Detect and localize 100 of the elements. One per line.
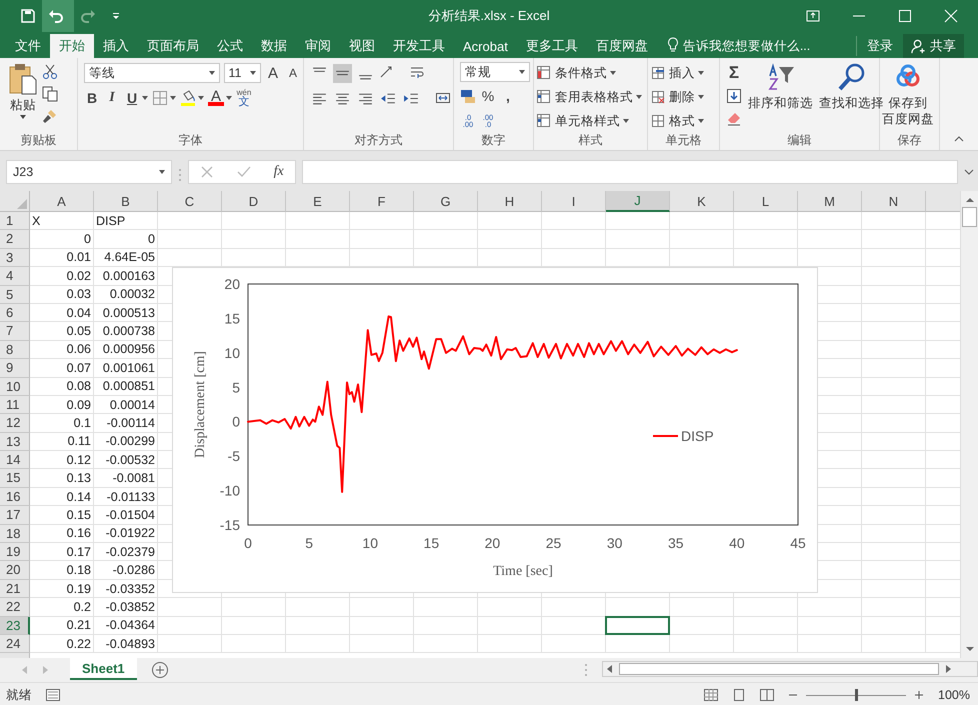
row-header[interactable]: 3 (0, 248, 30, 268)
enter-check-icon[interactable] (236, 165, 251, 179)
copy-icon[interactable] (42, 86, 58, 102)
search-icon[interactable] (836, 62, 866, 92)
insert-function-button[interactable]: fx (274, 164, 284, 180)
ribbon-tab[interactable]: 百度网盘 (586, 34, 657, 58)
dropdown-arrow-icon[interactable] (198, 96, 204, 100)
phonetic-guide-button[interactable]: wén 文 (236, 88, 252, 108)
zoom-in-icon[interactable] (914, 690, 924, 700)
sort-filter-button[interactable]: 排序和筛选 (748, 62, 813, 132)
column-header[interactable]: L (734, 191, 798, 212)
ribbon-tab[interactable]: 开发工具 (384, 34, 454, 58)
expand-caret-icon[interactable] (964, 169, 974, 175)
ribbon-tab[interactable]: 审阅 (296, 34, 340, 58)
slider-thumb[interactable] (854, 689, 858, 701)
row-header[interactable]: 13 (0, 432, 30, 452)
clipboard-icon[interactable] (8, 62, 38, 96)
column-header[interactable]: D (222, 191, 286, 212)
fill-down-icon[interactable] (726, 88, 742, 104)
align-vertical-icon[interactable] (333, 64, 352, 82)
scroll-right-icon[interactable] (945, 665, 951, 673)
column-header[interactable]: I (542, 191, 606, 212)
zoom-level[interactable]: 100% (938, 688, 970, 702)
sort-funnel-icon[interactable] (766, 62, 796, 92)
cell-grid-icon[interactable] (650, 65, 666, 81)
cell-grid-icon[interactable] (650, 113, 666, 129)
format-painter-icon[interactable] (42, 108, 58, 124)
row-header[interactable]: 15 (0, 469, 30, 488)
undo-icon[interactable] (48, 8, 64, 24)
dropdown-arrow-icon[interactable] (519, 70, 525, 74)
dropdown-arrow-icon[interactable] (698, 71, 704, 75)
ribbon-tab[interactable]: Acrobat (454, 34, 517, 58)
fill-color-icon[interactable] (180, 90, 196, 106)
ribbon-tab[interactable]: 文件 (6, 34, 50, 58)
font-size-dropdown[interactable]: 11 (224, 63, 261, 83)
add-person-icon[interactable] (911, 38, 926, 54)
row-header[interactable]: 7 (0, 322, 30, 341)
dropdown-arrow-icon[interactable] (698, 119, 704, 123)
column-header[interactable]: E (286, 191, 350, 212)
save-to-cloud-button[interactable]: 保存到 百度网盘 (882, 62, 934, 132)
sign-in-button[interactable]: 登录 (859, 34, 901, 58)
normal-view-icon[interactable] (704, 689, 718, 701)
column-header[interactable]: J (606, 191, 670, 212)
maximize-icon[interactable] (898, 9, 912, 23)
row-header[interactable]: 5 (0, 286, 30, 304)
dropdown-arrow-icon[interactable] (20, 115, 26, 119)
dropdown-arrow-icon[interactable] (208, 71, 215, 75)
cells-menu-button[interactable]: 删除 (650, 86, 717, 108)
undo-button[interactable] (42, 0, 74, 32)
column-header[interactable]: F (350, 191, 414, 212)
row-header[interactable]: 24 (0, 634, 30, 654)
dropdown-arrow-icon[interactable] (610, 71, 616, 75)
collapse-ribbon-icon[interactable] (954, 136, 964, 142)
styles-menu-button[interactable]: 单元格样式 (536, 110, 645, 132)
column-header[interactable]: M (798, 191, 862, 212)
column-header[interactable]: A (30, 191, 94, 212)
ribbon-tab[interactable]: 开始 (50, 34, 94, 58)
add-sheet-icon[interactable] (150, 661, 169, 679)
row-header[interactable]: 1 (0, 212, 30, 230)
ribbon-tab[interactable]: 视图 (340, 34, 384, 58)
dropdown-arrow-icon[interactable] (250, 71, 256, 75)
table-grid-icon[interactable] (536, 89, 552, 105)
row-header[interactable]: 16 (0, 488, 30, 506)
row-header[interactable]: 22 (0, 598, 30, 617)
row-header[interactable]: 23 (0, 616, 30, 635)
customize-caret-icon[interactable] (112, 12, 120, 20)
formula-input[interactable] (302, 160, 958, 184)
tell-me-field[interactable]: 告诉我您想要做什么... (680, 36, 857, 56)
font-color-button[interactable]: A (208, 90, 224, 106)
dropdown-arrow-icon[interactable] (636, 95, 642, 99)
decrease-font-button[interactable]: A (285, 63, 301, 83)
comma-button[interactable]: , (500, 86, 516, 106)
close-icon[interactable] (944, 9, 958, 23)
row-header[interactable]: 10 (0, 378, 30, 396)
cell-grid-icon[interactable] (650, 89, 666, 105)
ribbon-tab[interactable]: 插入 (94, 34, 138, 58)
scroll-thumb[interactable] (962, 207, 977, 227)
row-header[interactable]: 19 (0, 543, 30, 562)
eraser-icon[interactable] (726, 110, 742, 126)
horizontal-scrollbar[interactable] (602, 661, 978, 677)
ribbon-tab[interactable]: 公式 (208, 34, 252, 58)
row-header[interactable]: 12 (0, 414, 30, 433)
row-header[interactable]: 6 (0, 304, 30, 322)
ribbon-display-icon[interactable] (806, 9, 820, 23)
name-box[interactable]: J23 (6, 160, 172, 184)
dropdown-arrow-icon[interactable] (159, 170, 165, 174)
row-header[interactable]: 2 (0, 230, 30, 249)
wrap-text-icon[interactable] (409, 65, 425, 81)
row-header[interactable]: 18 (0, 524, 30, 544)
column-header[interactable]: H (478, 191, 542, 212)
dropdown-arrow-icon[interactable] (142, 96, 148, 100)
ribbon-tab[interactable]: 页面布局 (138, 34, 208, 58)
column-header[interactable]: K (670, 191, 734, 212)
percent-button[interactable]: % (480, 86, 496, 106)
currency-icon[interactable] (460, 88, 476, 104)
merge-center-icon[interactable] (435, 90, 451, 106)
italic-button[interactable]: I (104, 88, 120, 108)
share-button[interactable]: 共享 (903, 34, 964, 58)
increase-font-button[interactable]: A (265, 63, 281, 83)
scroll-down-icon[interactable] (966, 646, 974, 652)
